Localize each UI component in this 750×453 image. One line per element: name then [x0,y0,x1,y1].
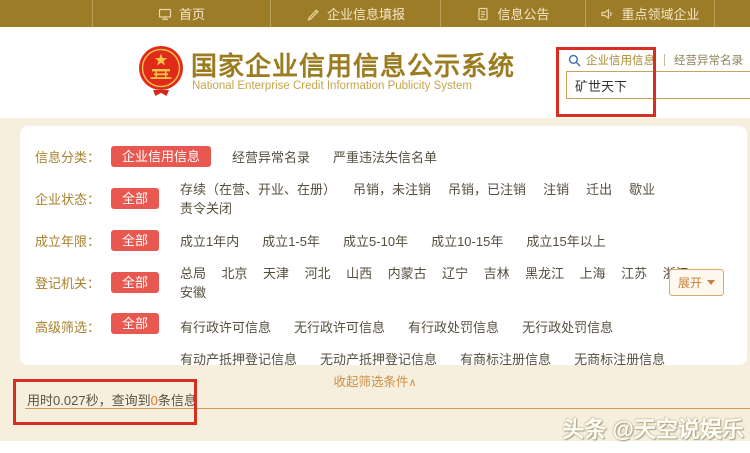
document-icon [476,7,490,21]
nav-item-key-field-enterprises[interactable]: 重点领域企业 [585,0,715,27]
filter-option[interactable]: 安徽 [180,282,206,301]
filter-option[interactable]: 山西 [346,263,372,282]
filter-option[interactable]: 北京 [222,263,248,282]
filter-label: 企业状态： [35,189,111,208]
search-input[interactable] [566,71,750,99]
results-summary: 用时0.027秒，查询到0条信息 [27,390,197,409]
filter-options: 总局北京天津河北山西内蒙古辽宁吉林黑龙江上海江苏浙江安徽 [180,263,732,301]
search-type-tabs: 企业信用信息 经营异常名录 [568,52,750,68]
filter-option[interactable]: 成立1年内 [180,231,239,250]
nav-label: 信息公告 [497,4,549,23]
expand-button-label: 展开 [678,274,702,291]
selected-filter-button[interactable]: 全部 [111,188,159,209]
watermark: 头条 @天空说娱乐 [562,412,744,444]
search-icon [568,54,581,67]
filter-options: 有行政许可信息 无行政许可信息 有行政处罚信息 无行政处罚信息 [180,317,688,336]
filter-option[interactable]: 成立5-10年 [343,231,408,250]
filter-panel: 信息分类： 企业信用信息 经营异常名录 严重违法失信名单 企业状态： 全部 存续（… [20,126,747,365]
filter-option[interactable]: 存续（在营、开业、在册） [180,179,336,198]
filter-label: 高级筛选： [35,313,111,336]
filter-option[interactable]: 无商标注册信息 [574,349,665,368]
page: 首页 企业信息填报 信息公告 重点领域企业 [0,0,750,453]
filter-options: 经营异常名录 严重违法失信名单 [232,147,460,166]
filter-option[interactable]: 歇业 [629,179,655,198]
filter-row-registration-authority: 登记机关： 全部 总局北京天津河北山西内蒙古辽宁吉林黑龙江上海江苏浙江安徽 展开 [35,261,732,303]
page-subtitle: National Enterprise Credit Information P… [192,80,472,92]
filter-option[interactable]: 吊销，未注销 [353,179,431,198]
filter-option[interactable]: 无行政许可信息 [294,317,385,336]
chevron-up-icon: ∧ [408,377,416,389]
nav-item-home[interactable]: 首页 [92,0,270,27]
filter-row-info-category: 信息分类： 企业信用信息 经营异常名录 严重违法失信名单 [35,135,732,177]
elapsed-seconds: 0.027 [53,393,86,408]
filter-row-enterprise-status: 企业状态： 全部 存续（在营、开业、在册） 吊销，未注销吊销，已注销注销迁出歇业责… [35,177,732,219]
nav-item-enterprise-filing[interactable]: 企业信息填报 [270,0,440,27]
filter-options: 存续（在营、开业、在册） 吊销，未注销吊销，已注销注销迁出歇业责令关闭 [180,179,732,217]
nav-item-announcements[interactable]: 信息公告 [440,0,585,27]
elapsed-prefix: 用时 [27,393,53,408]
filter-option[interactable]: 有行政许可信息 [180,317,271,336]
filter-option[interactable]: 责令关闭 [180,198,232,217]
selected-filter-button[interactable]: 全部 [111,272,159,293]
speaker-icon [600,7,614,21]
filter-option[interactable]: 吊销，已注销 [448,179,526,198]
filter-option[interactable]: 成立15年以上 [526,231,605,250]
filter-option[interactable]: 成立10-15年 [431,231,503,250]
filter-option[interactable]: 严重违法失信名单 [333,147,437,166]
filter-option[interactable]: 江苏 [621,263,647,282]
elapsed-suffix: 秒，查询到 [86,393,151,408]
filter-option[interactable]: 无动产抵押登记信息 [320,349,437,368]
filter-option[interactable]: 上海 [580,263,606,282]
selected-filter-button[interactable]: 全部 [111,230,159,251]
filter-option[interactable]: 成立1-5年 [262,231,320,250]
national-emblem-logo [137,45,185,97]
filter-option[interactable]: 注销 [543,179,569,198]
collapse-filters-label: 收起筛选条件 [333,375,408,389]
filter-option[interactable]: 天津 [263,263,289,282]
page-title: 国家企业信用信息公示系统 [191,46,515,83]
filter-option[interactable]: 经营异常名录 [232,147,310,166]
collapse-filters-link[interactable]: 收起筛选条件∧ [0,371,750,390]
pen-icon [306,7,320,21]
expand-button[interactable]: 展开 [669,269,724,296]
filter-option[interactable]: 无行政处罚信息 [522,317,613,336]
filter-option[interactable]: 河北 [305,263,331,282]
divider [25,408,750,409]
filter-option[interactable]: 有商标注册信息 [460,349,551,368]
monitor-icon [158,7,172,21]
top-nav: 首页 企业信息填报 信息公告 重点领域企业 [0,0,750,27]
nav-label: 首页 [179,4,205,23]
filter-option[interactable]: 迁出 [586,179,612,198]
result-count: 0 [151,393,158,408]
filter-label: 成立年限： [35,231,111,250]
filter-row-establishment-years: 成立年限： 全部 成立1年内 成立1-5年 成立5-10年 成立10-15年 成立15年… [35,219,732,261]
filter-options: 成立1年内 成立1-5年 成立5-10年 成立10-15年 成立15年以上 [180,231,629,250]
filter-row-advanced: 高级筛选： 全部 有行政许可信息 无行政许可信息 有行政处罚信息 无行政处罚信息 有动… [35,303,732,368]
nav-label: 重点领域企业 [621,4,699,23]
filter-option[interactable]: 吉林 [484,263,510,282]
filter-label: 登记机关： [35,273,111,292]
header: 国家企业信用信息公示系统 National Enterprise Credit … [0,27,750,118]
filter-option[interactable]: 总局 [180,263,206,282]
filter-option[interactable]: 有行政处罚信息 [408,317,499,336]
selected-filter-button[interactable]: 企业信用信息 [111,146,211,167]
filter-label: 信息分类： [35,147,111,166]
tab-abnormal-operations-list[interactable]: 经营异常名录 [665,52,750,68]
chevron-down-icon [707,280,715,285]
filter-option[interactable]: 内蒙古 [388,263,427,282]
selected-filter-button[interactable]: 全部 [111,313,159,334]
count-suffix: 条信息 [158,393,197,408]
filter-option[interactable]: 有动产抵押登记信息 [180,349,297,368]
tab-enterprise-credit-info[interactable]: 企业信用信息 [586,52,664,68]
filter-option[interactable]: 辽宁 [442,263,468,282]
filter-options: 有动产抵押登记信息 无动产抵押登记信息 有商标注册信息 无商标注册信息 [180,349,688,368]
nav-label: 企业信息填报 [327,4,405,23]
filter-option[interactable]: 黑龙江 [525,263,564,282]
